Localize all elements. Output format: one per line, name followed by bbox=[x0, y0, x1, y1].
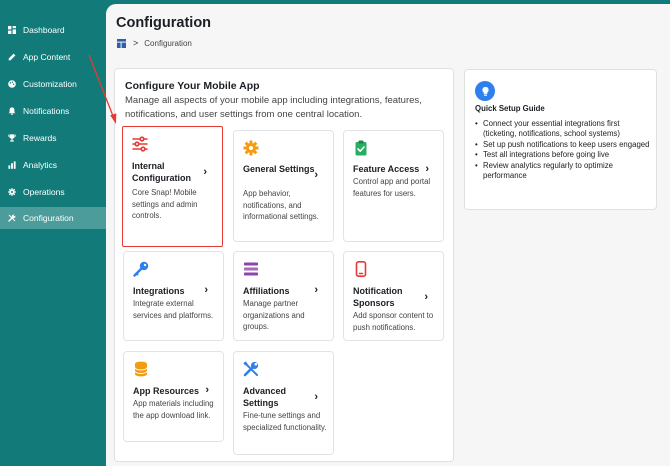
bar-chart-icon bbox=[7, 160, 17, 170]
sidebar: Dashboard App Content Customization Noti… bbox=[0, 0, 106, 466]
chevron-right-icon: › bbox=[314, 284, 318, 296]
tile-description: Fine-tune settings and specialized funct… bbox=[243, 411, 327, 432]
sidebar-item-configuration[interactable]: Configuration bbox=[0, 207, 106, 229]
tile-title: Internal Configuration bbox=[132, 161, 191, 183]
tile-affiliations[interactable]: Affiliations › Manage partner organizati… bbox=[233, 251, 334, 341]
key-icon bbox=[133, 261, 149, 277]
breadcrumb-separator: > bbox=[133, 38, 139, 48]
sidebar-item-notifications[interactable]: Notifications bbox=[0, 100, 106, 122]
clipboard-check-icon bbox=[353, 140, 369, 156]
config-card-title: Configure Your Mobile App bbox=[125, 80, 260, 92]
sidebar-item-label: Rewards bbox=[23, 133, 57, 143]
tile-title: Advanced Settings bbox=[243, 386, 287, 408]
database-icon bbox=[133, 361, 149, 377]
page-title: Configuration bbox=[116, 15, 212, 31]
tools-icon bbox=[243, 361, 259, 377]
edit-icon bbox=[7, 52, 17, 62]
chevron-right-icon: › bbox=[204, 284, 208, 296]
tile-description: Add sponsor content to push notification… bbox=[353, 311, 434, 332]
layers-icon bbox=[243, 261, 259, 277]
tile-title: General Settings bbox=[243, 164, 315, 174]
quick-setup-title: Quick Setup Guide bbox=[475, 104, 545, 113]
main-content: Configuration > Configuration Configure … bbox=[106, 4, 670, 466]
sidebar-item-dashboard[interactable]: Dashboard bbox=[0, 19, 106, 41]
tile-description: Manage partner organizations and groups. bbox=[243, 299, 305, 331]
phone-icon bbox=[353, 261, 369, 277]
sidebar-item-analytics[interactable]: Analytics bbox=[0, 154, 106, 176]
gear-icon bbox=[243, 140, 259, 156]
quick-setup-guide-card: Quick Setup Guide Connect your essential… bbox=[464, 69, 657, 210]
sidebar-item-operations[interactable]: Operations bbox=[0, 181, 106, 203]
quick-setup-list: Connect your essential integrations firs… bbox=[475, 119, 653, 181]
tile-general-settings[interactable]: General Settings › App behavior, notific… bbox=[233, 130, 334, 242]
home-icon[interactable] bbox=[117, 38, 126, 48]
sidebar-item-label: Customization bbox=[23, 79, 77, 89]
palette-icon bbox=[7, 79, 17, 89]
sidebar-item-label: App Content bbox=[23, 52, 71, 62]
trophy-icon bbox=[7, 133, 17, 143]
sidebar-item-label: Dashboard bbox=[23, 25, 65, 35]
tile-advanced-settings[interactable]: Advanced Settings › Fine-tune settings a… bbox=[233, 351, 334, 455]
tile-integrations[interactable]: Integrations › Integrate external servic… bbox=[123, 251, 224, 341]
tile-notification-sponsors[interactable]: Notification Sponsors › Add sponsor cont… bbox=[343, 251, 444, 341]
gear-icon bbox=[7, 187, 17, 197]
sidebar-item-customization[interactable]: Customization bbox=[0, 73, 106, 95]
tile-internal-configuration[interactable]: Internal Configuration › Core Snap! Mobi… bbox=[122, 126, 223, 247]
sliders-icon bbox=[132, 136, 148, 152]
sidebar-item-label: Analytics bbox=[23, 160, 58, 170]
tile-feature-access[interactable]: Feature Access › Control app and portal … bbox=[343, 130, 444, 242]
tile-title: Integrations bbox=[133, 286, 185, 296]
tile-app-resources[interactable]: App Resources › App materials including … bbox=[123, 351, 224, 442]
sidebar-item-label: Configuration bbox=[23, 213, 74, 223]
tile-title: Notification Sponsors bbox=[353, 286, 403, 308]
wrench-icon bbox=[7, 213, 17, 223]
configure-mobile-app-card: Configure Your Mobile App Manage all asp… bbox=[114, 68, 454, 462]
list-item: Connect your essential integrations firs… bbox=[475, 119, 653, 140]
chevron-right-icon: › bbox=[425, 163, 429, 175]
breadcrumb-current: Configuration bbox=[144, 38, 192, 48]
list-item: Test all integrations before going live bbox=[475, 150, 653, 161]
sidebar-item-rewards[interactable]: Rewards bbox=[0, 127, 106, 149]
sidebar-item-label: Notifications bbox=[23, 106, 70, 116]
tile-title: Affiliations bbox=[243, 286, 290, 296]
chevron-right-icon: › bbox=[314, 391, 318, 403]
chevron-right-icon: › bbox=[314, 169, 318, 181]
tile-description: Control app and portal features for user… bbox=[353, 177, 431, 198]
tile-title: Feature Access bbox=[353, 164, 420, 174]
list-item: Set up push notifications to keep users … bbox=[475, 140, 653, 151]
sidebar-item-label: Operations bbox=[23, 187, 65, 197]
lightbulb-icon bbox=[475, 81, 495, 101]
tile-title: App Resources bbox=[133, 386, 200, 396]
sidebar-item-app-content[interactable]: App Content bbox=[0, 46, 106, 68]
tile-description: Core Snap! Mobile settings and admin con… bbox=[132, 188, 198, 220]
chevron-right-icon: › bbox=[205, 384, 209, 396]
chevron-right-icon: › bbox=[424, 291, 428, 303]
chevron-right-icon: › bbox=[203, 166, 207, 178]
breadcrumb: > Configuration bbox=[117, 38, 192, 48]
dashboard-icon bbox=[7, 25, 17, 35]
tile-description: App materials including the app download… bbox=[133, 399, 214, 420]
list-item: Review analytics regularly to optimize p… bbox=[475, 161, 653, 182]
tile-description: Integrate external services and platform… bbox=[133, 299, 214, 320]
tile-description: App behavior, notifications, and informa… bbox=[243, 189, 319, 221]
bell-icon bbox=[7, 106, 17, 116]
config-card-description: Manage all aspects of your mobile app in… bbox=[125, 95, 422, 120]
